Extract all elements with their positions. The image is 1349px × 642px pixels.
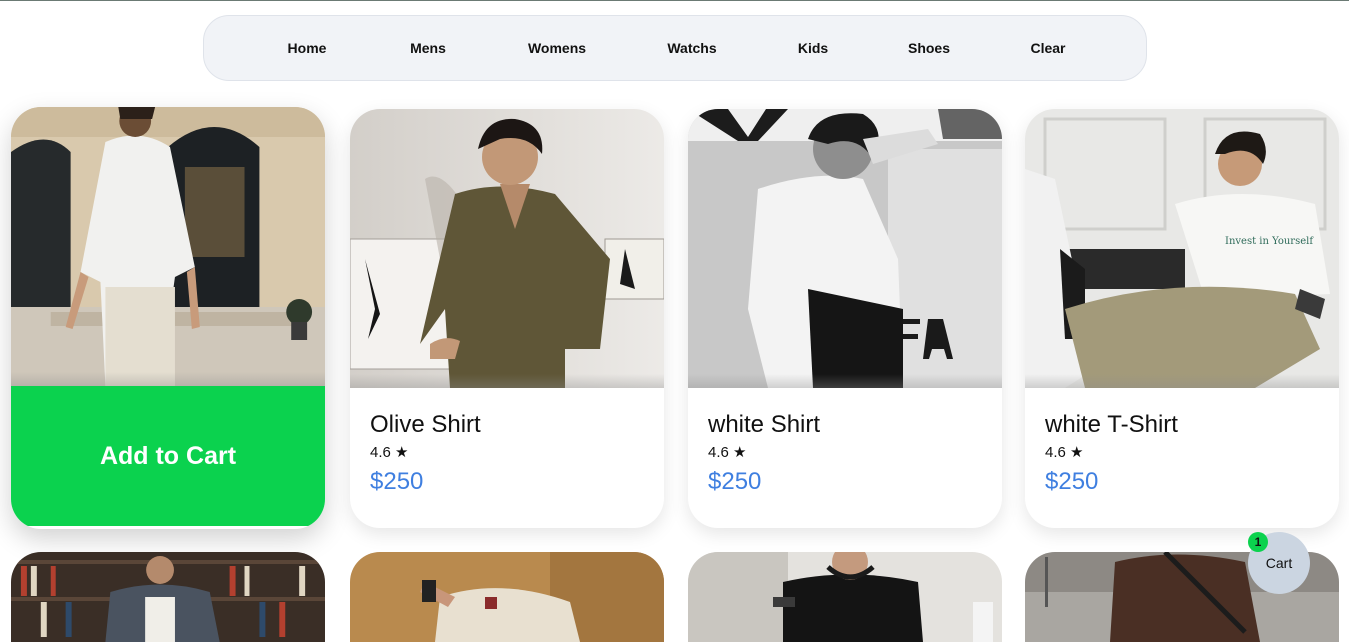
nav-watchs[interactable]: Watchs — [667, 16, 716, 80]
nav-home[interactable]: Home — [288, 16, 327, 80]
product-card-photo[interactable] — [688, 552, 1002, 642]
product-title: white T-Shirt — [1045, 411, 1178, 438]
cart-count-badge: 1 — [1248, 532, 1268, 552]
product-photo: Invest in Yourself — [1025, 109, 1339, 388]
product-photo — [688, 109, 1002, 388]
product-card-photo[interactable] — [350, 552, 664, 642]
product-photo — [350, 109, 664, 388]
nav-mens[interactable]: Mens — [410, 16, 446, 80]
nav-womens[interactable]: Womens — [528, 16, 586, 80]
add-to-cart-button[interactable]: Add to Cart — [11, 386, 325, 526]
product-price: $250 — [708, 468, 762, 495]
product-rating: 4.6 ★ — [708, 444, 747, 461]
product-info: Olive Shirt 4.6 ★ $250 — [370, 409, 644, 498]
product-card-photo[interactable] — [11, 552, 325, 642]
product-rating: 4.6 ★ — [370, 444, 409, 461]
product-card[interactable]: Add to Cart — [11, 107, 325, 529]
product-card[interactable]: white Shirt 4.6 ★ $250 — [688, 109, 1002, 528]
product-info: white T-Shirt 4.6 ★ $250 — [1045, 409, 1319, 498]
product-title: Olive Shirt — [370, 411, 481, 438]
product-photo — [11, 107, 325, 386]
product-info: white Shirt 4.6 ★ $250 — [708, 409, 982, 498]
svg-text:Invest in Yourself: Invest in Yourself — [1225, 236, 1314, 247]
product-rating: 4.6 ★ — [1045, 444, 1084, 461]
nav-shoes[interactable]: Shoes — [908, 16, 950, 80]
product-price: $250 — [1045, 468, 1099, 495]
product-card[interactable]: Olive Shirt 4.6 ★ $250 — [350, 109, 664, 528]
nav-clear[interactable]: Clear — [1030, 16, 1065, 80]
product-price: $250 — [370, 468, 424, 495]
product-card[interactable]: Invest in Yourself white T-Shirt 4.6 ★ $… — [1025, 109, 1339, 528]
nav-kids[interactable]: Kids — [798, 16, 828, 80]
category-nav-bar: Home Mens Womens Watchs Kids Shoes Clear — [203, 15, 1147, 81]
product-title: white Shirt — [708, 411, 821, 438]
